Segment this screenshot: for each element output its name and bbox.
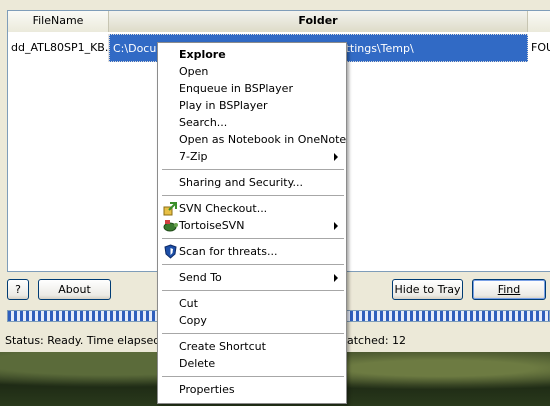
menu-item-label: Send To	[179, 271, 222, 284]
menu-item-label: Cut	[179, 297, 198, 310]
cell-extra[interactable]: FOU	[528, 34, 550, 62]
menu-item-tortoisesvn[interactable]: TortoiseSVN	[160, 217, 344, 234]
list-header: FileName Folder	[8, 11, 550, 32]
menu-item-label: Scan for threats...	[179, 245, 278, 258]
submenu-arrow-icon	[334, 222, 338, 230]
status-text: Status: Ready. Time elapsed	[5, 334, 161, 347]
menu-item-label: Sharing and Security...	[179, 176, 304, 189]
menu-item-label: Play in BSPlayer	[179, 99, 268, 112]
cell-filename[interactable]: dd_ATL80SP1_KB...	[8, 34, 109, 62]
menu-item-sharing-and-security[interactable]: Sharing and Security...	[160, 174, 344, 191]
menu-item-label: Search...	[179, 116, 228, 129]
menu-item-play-in-bsplayer[interactable]: Play in BSPlayer	[160, 97, 344, 114]
menu-separator	[162, 264, 344, 265]
menu-item-send-to[interactable]: Send To	[160, 269, 344, 286]
menu-item-copy[interactable]: Copy	[160, 312, 344, 329]
column-header-filename[interactable]: FileName	[8, 11, 109, 32]
menu-item-create-shortcut[interactable]: Create Shortcut	[160, 338, 344, 355]
menu-item-explore[interactable]: Explore	[160, 46, 344, 63]
menu-item-label: Open	[179, 65, 209, 78]
find-button-label: Find	[497, 283, 521, 296]
find-button[interactable]: Find	[472, 279, 546, 300]
menu-separator	[162, 376, 344, 377]
menu-item-label: Delete	[179, 357, 216, 370]
menu-separator	[162, 333, 344, 334]
menu-item-open-as-notebook-in-onenote[interactable]: Open as Notebook in OneNote	[160, 131, 347, 148]
column-header-extra[interactable]	[528, 11, 550, 32]
tortoisesvn-icon	[163, 218, 178, 233]
column-header-folder[interactable]: Folder	[109, 11, 528, 32]
menu-item-delete[interactable]: Delete	[160, 355, 344, 372]
context-menu: Explore Open Enqueue in BSPlayer Play in BS…	[157, 42, 347, 404]
menu-item-label: TortoiseSVN	[179, 219, 245, 232]
menu-item-properties[interactable]: Properties	[160, 381, 344, 398]
matched-count: atched: 12	[347, 334, 407, 347]
menu-separator	[162, 195, 344, 196]
menu-separator	[162, 169, 344, 170]
menu-item-cut[interactable]: Cut	[160, 295, 344, 312]
menu-item-label: Enqueue in BSPlayer	[179, 82, 293, 95]
menu-separator	[162, 290, 344, 291]
menu-item-label: SVN Checkout...	[179, 202, 268, 215]
menu-item-svn-checkout[interactable]: SVN Checkout...	[160, 200, 344, 217]
menu-item-enqueue-in-bsplayer[interactable]: Enqueue in BSPlayer	[160, 80, 344, 97]
menu-item-label: Create Shortcut	[179, 340, 266, 353]
menu-item-label: 7-Zip	[179, 150, 208, 163]
shield-icon	[163, 244, 178, 259]
svn-checkout-icon	[163, 201, 178, 216]
menu-item-label: Properties	[179, 383, 235, 396]
menu-item-scan-for-threats[interactable]: Scan for threats...	[160, 243, 344, 260]
menu-item-open[interactable]: Open	[160, 63, 344, 80]
menu-item-search[interactable]: Search...	[160, 114, 344, 131]
menu-item-label: Copy	[179, 314, 207, 327]
menu-item-label: Explore	[179, 48, 226, 61]
help-button[interactable]: ?	[7, 279, 29, 300]
menu-item-7-zip[interactable]: 7-Zip	[160, 148, 344, 165]
submenu-arrow-icon	[334, 274, 338, 282]
hide-to-tray-button[interactable]: Hide to Tray	[392, 279, 463, 300]
menu-item-label: Open as Notebook in OneNote	[179, 133, 347, 146]
menu-separator	[162, 238, 344, 239]
about-button[interactable]: About	[38, 279, 111, 300]
submenu-arrow-icon	[334, 153, 338, 161]
